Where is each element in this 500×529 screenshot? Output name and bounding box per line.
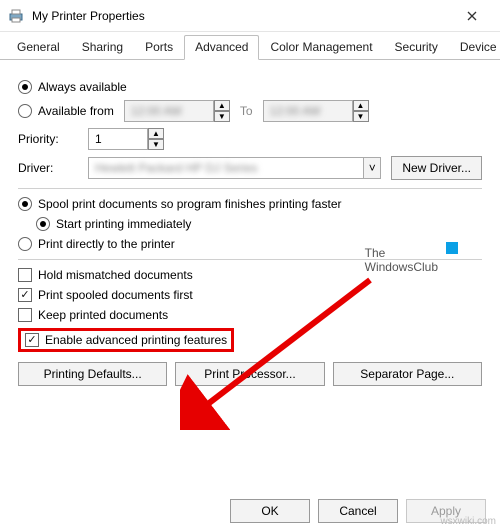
highlight-enable-advanced: Enable advanced printing features [18, 328, 234, 352]
driver-row: Driver: Hewlett Packard HP DJ Series ˅ N… [18, 156, 482, 180]
checkbox-icon [18, 288, 32, 302]
source-watermark: wsxwiki.com [440, 516, 496, 527]
checkbox-icon [18, 268, 32, 282]
check-spooled-first[interactable]: Print spooled documents first [18, 288, 482, 302]
to-time-spinner: ▲▼ [353, 100, 369, 122]
watermark-square-icon [446, 242, 458, 254]
driver-label: Driver: [18, 161, 78, 175]
separator-page-button[interactable]: Separator Page... [333, 362, 482, 386]
advanced-pane: Always available Available from 12:00 AM… [0, 60, 500, 394]
radio-label: Print directly to the printer [38, 237, 175, 251]
radio-icon [18, 80, 32, 94]
to-label: To [240, 104, 253, 118]
tab-device-settings[interactable]: Device Settings [449, 35, 500, 60]
close-button[interactable] [452, 0, 492, 32]
checkbox-icon [25, 333, 39, 347]
radio-label: Spool print documents so program finishe… [38, 197, 342, 211]
bottom-button-row: Printing Defaults... Print Processor... … [18, 362, 482, 386]
from-time-spinner: ▲▼ [214, 100, 230, 122]
checkbox-icon [18, 308, 32, 322]
print-processor-button[interactable]: Print Processor... [175, 362, 324, 386]
radio-icon [18, 104, 32, 118]
tab-security[interactable]: Security [384, 35, 449, 60]
titlebar: My Printer Properties [0, 0, 500, 32]
new-driver-button[interactable]: New Driver... [391, 156, 482, 180]
radio-icon [18, 237, 32, 251]
radio-icon [18, 197, 32, 211]
check-label: Hold mismatched documents [38, 268, 193, 282]
check-enable-advanced[interactable]: Enable advanced printing features [25, 333, 227, 347]
tabstrip: General Sharing Ports Advanced Color Man… [0, 32, 500, 60]
check-label: Keep printed documents [38, 308, 168, 322]
radio-start-immediately[interactable]: Start printing immediately [18, 217, 482, 231]
radio-available-from[interactable]: Available from [18, 104, 114, 118]
to-time-field: 12:00 AM [263, 100, 353, 122]
radio-spool[interactable]: Spool print documents so program finishe… [18, 197, 482, 211]
window-title: My Printer Properties [32, 9, 452, 23]
printing-defaults-button[interactable]: Printing Defaults... [18, 362, 167, 386]
tab-ports[interactable]: Ports [134, 35, 184, 60]
priority-label: Priority: [18, 132, 78, 146]
radio-available-from-row: Available from 12:00 AM ▲▼ To 12:00 AM ▲… [18, 100, 482, 122]
divider [18, 188, 482, 189]
watermark: The WindowsClub [365, 246, 438, 275]
cancel-button[interactable]: Cancel [318, 499, 398, 523]
check-keep-printed[interactable]: Keep printed documents [18, 308, 482, 322]
from-time-field: 12:00 AM [124, 100, 214, 122]
radio-label: Always available [38, 80, 127, 94]
priority-spinner[interactable]: ▲▼ [148, 128, 164, 150]
tab-color-management[interactable]: Color Management [259, 35, 383, 60]
chevron-down-icon: ˅ [363, 157, 381, 179]
radio-always-available[interactable]: Always available [18, 80, 482, 94]
radio-label: Start printing immediately [56, 217, 191, 231]
ok-button[interactable]: OK [230, 499, 310, 523]
priority-row: Priority: 1 ▲▼ [18, 128, 482, 150]
radio-icon [36, 217, 50, 231]
tab-sharing[interactable]: Sharing [71, 35, 134, 60]
radio-label: Available from [38, 104, 114, 118]
driver-combo[interactable]: Hewlett Packard HP DJ Series ˅ [88, 157, 381, 179]
check-label: Enable advanced printing features [45, 333, 227, 347]
check-label: Print spooled documents first [38, 288, 193, 302]
printer-icon [8, 8, 24, 24]
tab-general[interactable]: General [6, 35, 71, 60]
priority-field[interactable]: 1 [88, 128, 148, 150]
tab-advanced[interactable]: Advanced [184, 35, 259, 60]
